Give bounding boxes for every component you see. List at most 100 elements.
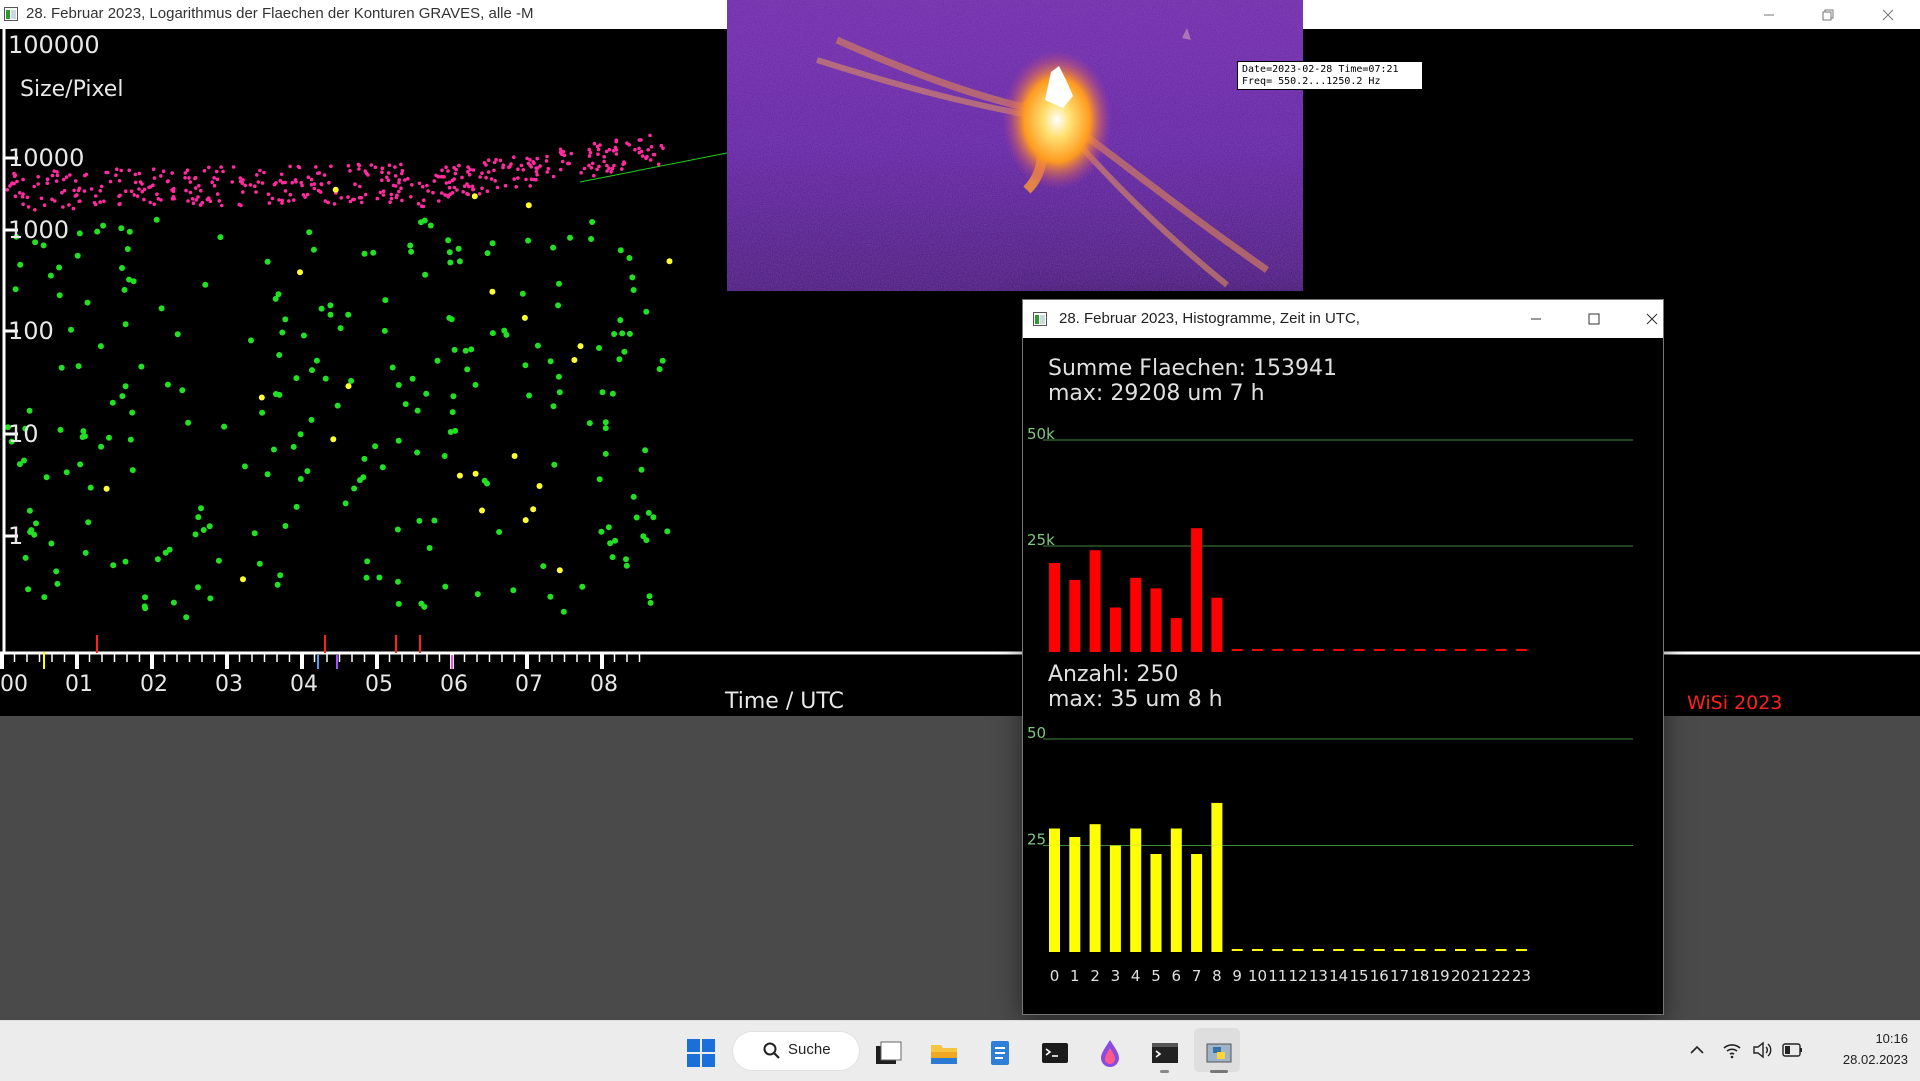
- battery-icon[interactable]: [1782, 1043, 1804, 1057]
- scatter-point-green: [264, 258, 271, 265]
- command-prompt-icon[interactable]: [1150, 1038, 1180, 1068]
- scatter-point-yellow: [521, 314, 528, 321]
- scatter-point-magenta: [184, 188, 188, 193]
- scatter-point-magenta: [55, 173, 60, 178]
- chevron-up-icon[interactable]: [1689, 1042, 1705, 1058]
- close-button[interactable]: [1865, 0, 1911, 29]
- scatter-point-magenta: [262, 170, 266, 175]
- scatter-point-green: [408, 248, 415, 255]
- scatter-point-magenta: [455, 188, 459, 192]
- scatter-point-magenta: [283, 189, 288, 193]
- clock-time[interactable]: 10:16: [1858, 1031, 1908, 1046]
- scatter-point-magenta: [26, 205, 31, 209]
- scatter-point-magenta: [132, 193, 136, 197]
- paint-drop-icon[interactable]: [1095, 1038, 1125, 1068]
- scatter-point-green: [122, 321, 129, 328]
- scatter-point-green: [640, 533, 647, 540]
- scatter-point-magenta: [369, 163, 374, 167]
- area-histogram: 50k 25k: [1027, 425, 1633, 652]
- histogram-bar: [1130, 577, 1142, 652]
- scatter-point-green: [12, 286, 19, 293]
- scatter-point-green: [519, 290, 526, 297]
- scatter-point-magenta: [278, 178, 283, 183]
- scatter-point-green: [195, 584, 201, 591]
- scatter-point-green: [277, 572, 284, 579]
- scatter-point-magenta: [240, 181, 245, 186]
- scatter-point-magenta: [156, 197, 161, 201]
- scatter-point-green: [334, 402, 341, 409]
- scatter-point-magenta: [444, 165, 448, 169]
- windows-start-icon[interactable]: [686, 1038, 716, 1068]
- hist-minimize-button[interactable]: [1513, 304, 1559, 333]
- scatter-point-magenta: [640, 154, 645, 158]
- scatter-point-magenta: [587, 147, 591, 152]
- task-view-icon[interactable]: [873, 1038, 903, 1068]
- scatter-point-magenta: [32, 184, 36, 189]
- scatter-point-green: [185, 419, 192, 426]
- scatter-point-green: [448, 316, 455, 323]
- scatter-point-green: [361, 250, 368, 257]
- scatter-point-green: [16, 461, 23, 468]
- hour-label: 13: [1309, 967, 1328, 985]
- scatter-point-magenta: [453, 171, 458, 176]
- scatter-point-green: [221, 423, 228, 430]
- scatter-point-yellow: [536, 483, 543, 489]
- volume-icon[interactable]: [1752, 1041, 1772, 1059]
- scatter-point-magenta: [439, 174, 444, 179]
- wifi-icon[interactable]: [1722, 1041, 1742, 1059]
- clock-date[interactable]: 28.02.2023: [1820, 1052, 1908, 1067]
- scatter-point-green: [434, 357, 441, 364]
- hist-close-button[interactable]: [1629, 304, 1675, 333]
- scatter-point-magenta: [170, 171, 174, 175]
- hist-maximize-button[interactable]: [1571, 304, 1617, 333]
- scatter-point-magenta: [399, 162, 403, 167]
- scatter-point-magenta: [290, 180, 295, 185]
- scatter-point-magenta: [607, 166, 611, 170]
- scatter-point-magenta: [477, 192, 482, 196]
- scatter-point-magenta: [524, 177, 528, 182]
- scatter-point-green: [198, 505, 204, 512]
- scatter-point-magenta: [183, 171, 188, 175]
- scatter-point-magenta: [646, 148, 650, 152]
- terminal-icon[interactable]: [1040, 1038, 1070, 1068]
- scatter-point-magenta: [558, 147, 563, 152]
- scatter-point-green: [389, 364, 396, 371]
- minimize-button[interactable]: [1746, 0, 1792, 29]
- running-indicator: [1160, 1070, 1169, 1073]
- scatter-point-green: [138, 363, 145, 370]
- scatter-point-magenta: [327, 180, 331, 185]
- scatter-point-green: [555, 302, 562, 309]
- hour-label: 7: [1192, 967, 1202, 985]
- histogram-bar: [1069, 837, 1081, 952]
- scatter-point-green: [579, 583, 586, 590]
- scatter-point-magenta: [380, 166, 385, 171]
- scatter-point-green: [450, 393, 457, 400]
- scatter-point-magenta: [592, 173, 596, 178]
- scatter-point-magenta: [135, 194, 140, 198]
- scatter-point-magenta: [61, 177, 66, 182]
- scatter-point-magenta: [437, 199, 441, 203]
- chart2-title-line1: Anzahl: 250: [1048, 662, 1178, 687]
- scatter-point-magenta: [117, 194, 121, 198]
- scatter-point-green: [451, 346, 458, 353]
- scatter-point-green: [58, 364, 65, 371]
- scatter-point-green: [282, 523, 289, 529]
- scatter-point-magenta: [359, 195, 364, 200]
- scatter-point-magenta: [114, 173, 118, 177]
- scatter-point-magenta: [210, 180, 214, 184]
- restore-button[interactable]: [1805, 0, 1851, 29]
- scatter-point-green: [56, 292, 63, 299]
- scatter-point-magenta: [394, 184, 398, 188]
- scatter-point-green: [174, 331, 181, 338]
- notepad-icon[interactable]: [985, 1038, 1015, 1068]
- scatter-point-green: [97, 343, 104, 350]
- scatter-point-magenta: [545, 170, 549, 174]
- scatter-point-magenta: [329, 164, 333, 169]
- scatter-point-magenta: [503, 183, 508, 188]
- scatter-point-green: [43, 474, 50, 481]
- scatter-point-green: [154, 556, 161, 563]
- scatter-point-magenta: [444, 181, 449, 185]
- python-app-icon[interactable]: [1204, 1038, 1234, 1068]
- file-explorer-icon[interactable]: [929, 1038, 959, 1068]
- scatter-point-magenta: [45, 177, 50, 181]
